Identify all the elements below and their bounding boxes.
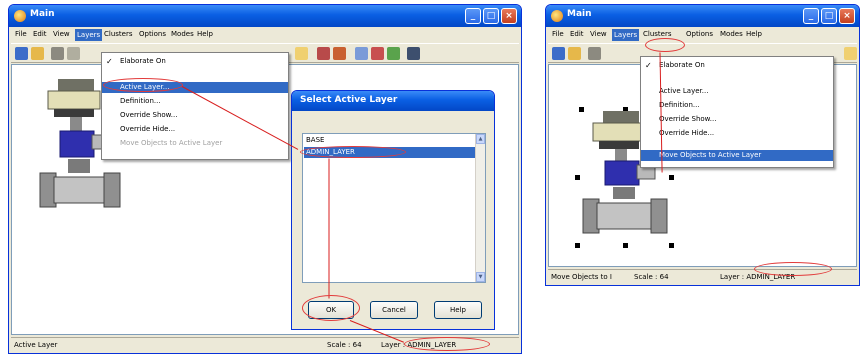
component-icon[interactable] — [317, 47, 330, 60]
menu-item-label: Elaborate On — [659, 61, 705, 69]
dialog-title: Select Active Layer — [300, 95, 398, 105]
tool-icon[interactable] — [67, 47, 80, 60]
annotation-line — [328, 158, 330, 299]
open-icon[interactable] — [31, 47, 44, 60]
menu-bar: File Edit View Layers Clusters Options M… — [11, 28, 519, 42]
grid-icon[interactable] — [588, 47, 601, 60]
check-icon: ✓ — [645, 61, 652, 70]
annotation-ellipse — [754, 262, 832, 276]
minimize-icon[interactable]: _ — [465, 8, 481, 24]
view-icon[interactable] — [407, 47, 420, 60]
status-message: Move Objects to I — [551, 273, 612, 281]
menu-edit[interactable]: Edit — [33, 30, 47, 38]
curve-icon[interactable] — [295, 47, 308, 60]
menu-item-definition[interactable]: Definition... — [641, 100, 833, 111]
cancel-button[interactable]: Cancel — [370, 301, 418, 319]
save-icon[interactable] — [552, 47, 565, 60]
menu-modes[interactable]: Modes — [720, 30, 743, 38]
layers-menu-dropdown: ✓ Elaborate On Active Layer... Definitio… — [101, 52, 289, 160]
close-icon[interactable]: × — [501, 8, 517, 24]
menu-item-elaborate-on[interactable]: ✓ Elaborate On — [641, 60, 833, 71]
cluster-icon[interactable] — [333, 47, 346, 60]
menu-clusters[interactable]: Clusters — [643, 30, 672, 38]
menu-layers[interactable]: Layers — [75, 29, 103, 41]
curve-icon[interactable] — [844, 47, 857, 60]
title-bar[interactable]: Main _ □ × — [546, 5, 859, 27]
menu-file[interactable]: File — [552, 30, 564, 38]
layers-menu-dropdown: ✓ Elaborate On Active Layer... Definitio… — [640, 56, 834, 168]
annotation-ellipse — [300, 146, 406, 158]
select-active-layer-dialog: Select Active Layer BASE ADMIN_LAYER ▲ ▼… — [291, 90, 495, 330]
window-title: Main — [567, 9, 592, 19]
status-message: Active Layer — [14, 341, 58, 349]
menu-item-active-layer[interactable]: Active Layer... — [641, 86, 833, 97]
status-scale: Scale : 64 — [634, 273, 669, 281]
status-scale: Scale : 64 — [327, 341, 362, 349]
menu-clusters[interactable]: Clusters — [104, 30, 133, 38]
menu-item-move-objects: Move Objects to Active Layer — [120, 139, 223, 147]
menu-item-override-hide[interactable]: Override Hide... — [641, 128, 833, 139]
menu-view[interactable]: View — [590, 30, 607, 38]
scroll-up-icon[interactable]: ▲ — [476, 134, 485, 144]
menu-help[interactable]: Help — [746, 30, 762, 38]
annotation-ellipse — [404, 337, 490, 351]
menu-file[interactable]: File — [15, 30, 27, 38]
annotation-ellipse — [645, 38, 685, 52]
maximize-icon[interactable]: □ — [821, 8, 837, 24]
menu-layers[interactable]: Layers — [612, 29, 640, 41]
scroll-down-icon[interactable]: ▼ — [476, 272, 485, 282]
menu-options[interactable]: Options — [686, 30, 713, 38]
menu-item-override-show[interactable]: Override Show... — [641, 114, 833, 125]
list-item[interactable]: BASE — [304, 135, 475, 146]
menu-bar: File Edit View Layers Clusters Options M… — [548, 28, 857, 42]
window-title: Main — [30, 9, 55, 19]
grid-icon[interactable] — [51, 47, 64, 60]
menu-edit[interactable]: Edit — [570, 30, 584, 38]
annotation-ellipse — [302, 295, 360, 321]
menu-modes[interactable]: Modes — [171, 30, 194, 38]
help-button[interactable]: Help — [434, 301, 482, 319]
save-icon[interactable] — [15, 47, 28, 60]
menu-item-override-show[interactable]: Override Show... — [102, 110, 288, 121]
palette-icon[interactable] — [387, 47, 400, 60]
open-icon[interactable] — [568, 47, 581, 60]
check-icon: ✓ — [106, 57, 113, 66]
maximize-icon[interactable]: □ — [483, 8, 499, 24]
menu-item-elaborate-on[interactable]: ✓ Elaborate On — [102, 56, 288, 67]
menu-view[interactable]: View — [53, 30, 70, 38]
color-icon[interactable] — [371, 47, 384, 60]
app-icon — [551, 10, 563, 22]
menu-item-move-objects[interactable]: Move Objects to Active Layer — [641, 150, 833, 161]
menu-options[interactable]: Options — [139, 30, 166, 38]
app-icon — [14, 10, 26, 22]
layout-icon[interactable] — [355, 47, 368, 60]
menu-item-definition[interactable]: Definition... — [102, 96, 288, 107]
dialog-title-bar[interactable]: Select Active Layer — [292, 91, 494, 111]
title-bar[interactable]: Main _ □ × — [9, 5, 521, 27]
close-icon[interactable]: × — [839, 8, 855, 24]
annotation-ellipse — [103, 78, 183, 92]
menu-help[interactable]: Help — [197, 30, 213, 38]
minimize-icon[interactable]: _ — [803, 8, 819, 24]
menu-item-label: Elaborate On — [120, 57, 166, 65]
scrollbar[interactable]: ▲ ▼ — [475, 134, 485, 282]
